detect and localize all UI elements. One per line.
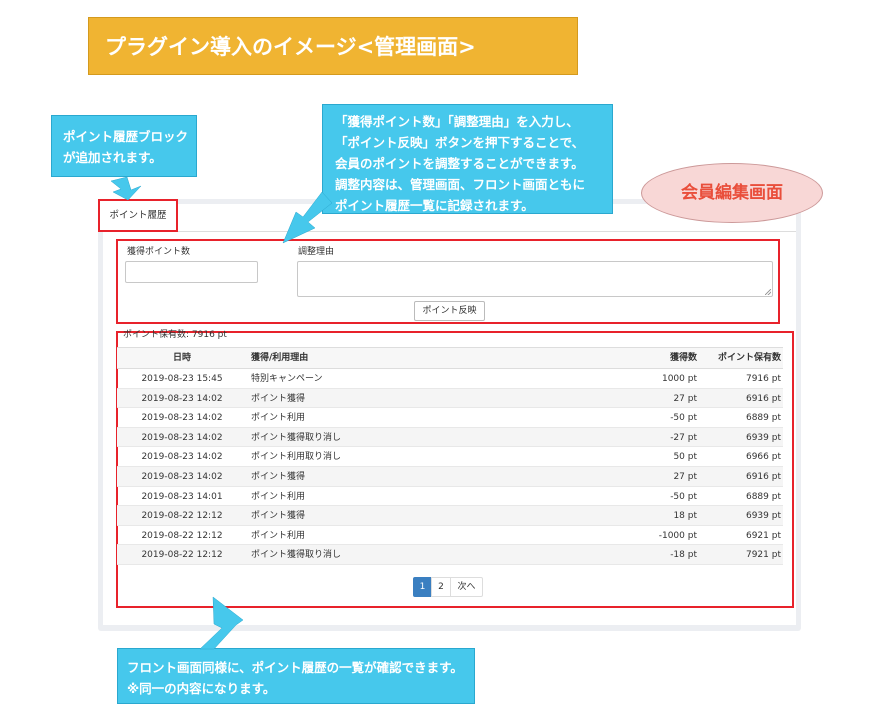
arrow-to-form-icon: [282, 191, 333, 244]
arrow-to-tab-icon: [110, 176, 142, 201]
arrow-to-table-icon: [199, 596, 244, 650]
callout-arrows: [110, 176, 333, 650]
